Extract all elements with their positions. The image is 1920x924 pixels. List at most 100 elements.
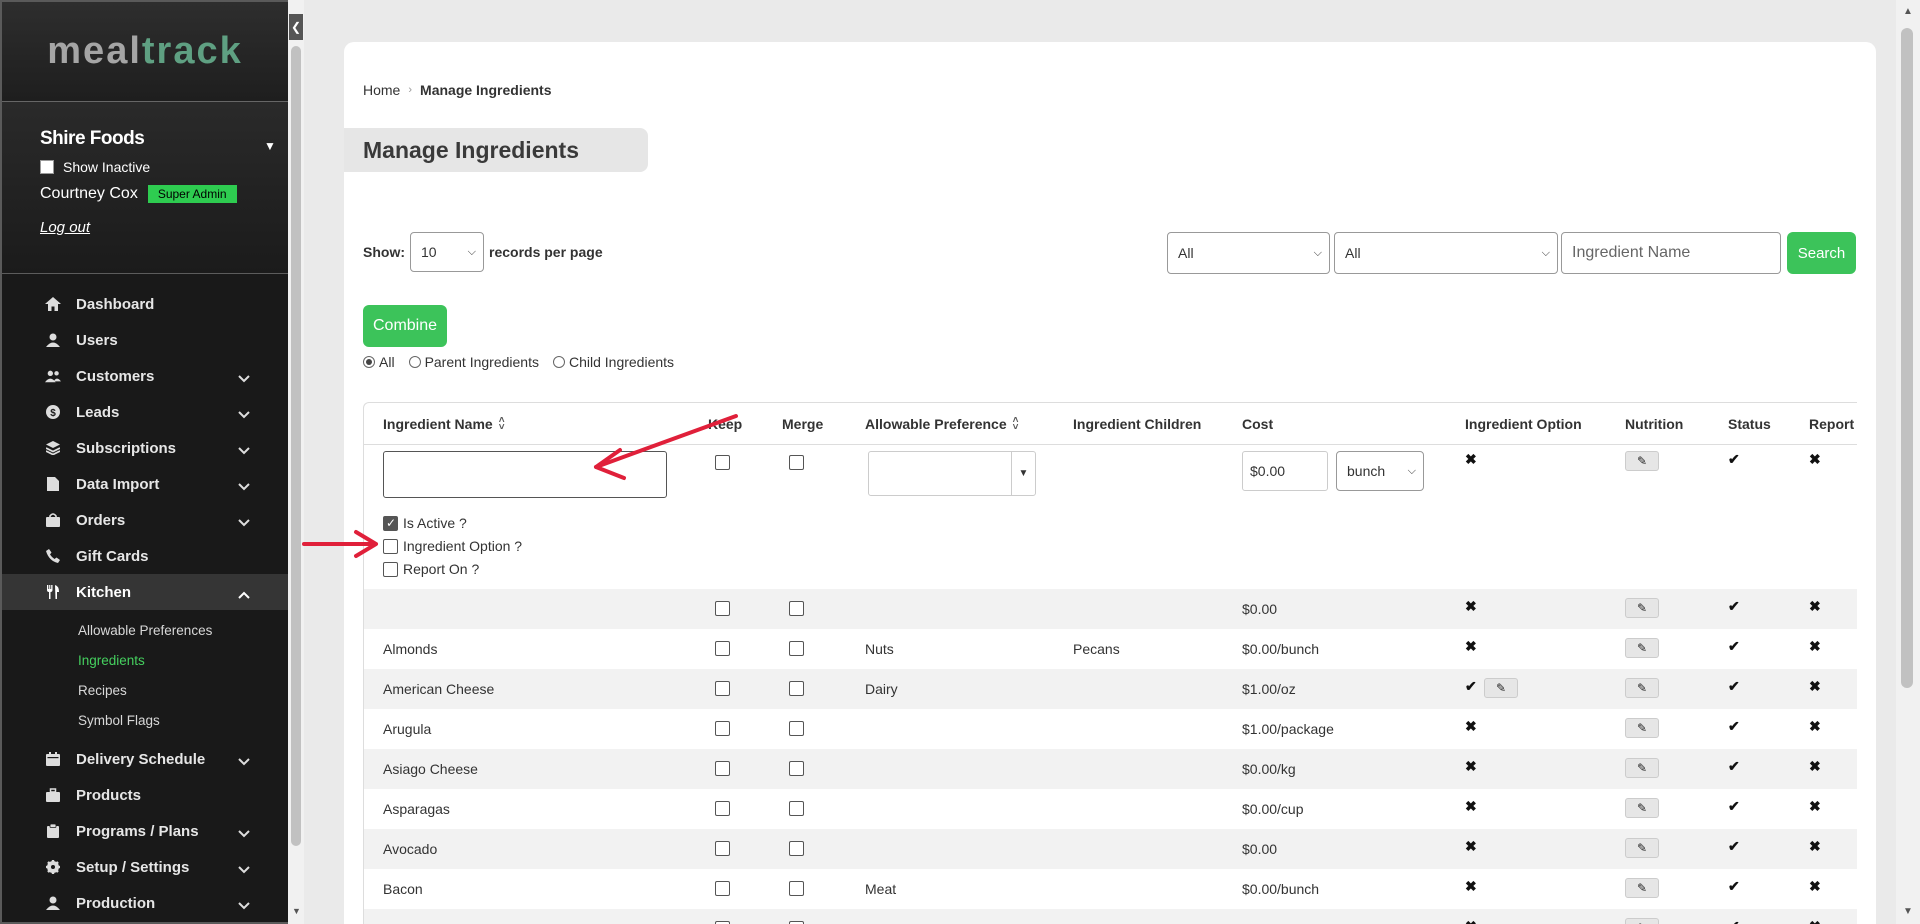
- radio-child[interactable]: [552, 356, 565, 368]
- nutrition-edit-button[interactable]: ✎: [1625, 878, 1659, 898]
- scroll-down-arrow-icon[interactable]: ▼: [292, 906, 301, 916]
- sort-icon[interactable]: ˄ ˅: [1013, 416, 1019, 433]
- nutrition-edit-button[interactable]: ✎: [1625, 598, 1659, 618]
- nutrition-edit-button[interactable]: ✎: [1625, 838, 1659, 858]
- is-active-label: Is Active ?: [403, 515, 467, 531]
- subnav-ingredients[interactable]: Ingredients: [2, 645, 288, 675]
- combine-button[interactable]: Combine: [363, 305, 447, 347]
- new-cost-input[interactable]: $0.00: [1242, 451, 1328, 491]
- is-active-checkbox[interactable]: [383, 515, 398, 531]
- keep-checkbox[interactable]: [715, 761, 730, 776]
- merge-checkbox[interactable]: [789, 801, 804, 816]
- ingredient-option-option[interactable]: Ingredient Option ?: [383, 538, 522, 554]
- keep-checkbox[interactable]: [715, 721, 730, 736]
- subnav-allowable-preferences[interactable]: Allowable Preferences: [2, 615, 288, 645]
- chevron-down-icon[interactable]: [238, 825, 250, 842]
- chevron-down-icon[interactable]: [238, 897, 250, 914]
- nav-users[interactable]: Users: [2, 322, 288, 358]
- chevron-down-icon[interactable]: [238, 370, 250, 387]
- ingredient-option-checkbox[interactable]: [383, 538, 398, 554]
- chevron-down-icon[interactable]: [238, 753, 250, 770]
- subnav-symbol-flags[interactable]: Symbol Flags: [2, 705, 288, 735]
- chevron-down-icon[interactable]: [238, 861, 250, 878]
- subnav-recipes[interactable]: Recipes: [2, 675, 288, 705]
- merge-checkbox[interactable]: [789, 841, 804, 856]
- merge-checkbox[interactable]: [789, 641, 804, 656]
- ingredient-name-search-input[interactable]: Ingredient Name: [1561, 232, 1781, 274]
- merge-checkbox[interactable]: [789, 681, 804, 696]
- nutrition-edit-button[interactable]: ✎: [1625, 798, 1659, 818]
- report-on-option[interactable]: Report On ?: [383, 561, 479, 577]
- cell-status-icon: ✔: [1728, 758, 1740, 774]
- new-merge-checkbox[interactable]: [789, 455, 804, 470]
- nav-programs-plans[interactable]: Programs / Plans: [2, 813, 288, 849]
- new-nutrition-edit-button[interactable]: ✎: [1625, 451, 1659, 471]
- nav-gift-cards[interactable]: Gift Cards: [2, 538, 288, 574]
- nutrition-edit-button[interactable]: ✎: [1625, 758, 1659, 778]
- scroll-down-arrow-icon[interactable]: ▼: [1903, 906, 1913, 917]
- radio-parent[interactable]: [408, 356, 421, 368]
- is-active-option[interactable]: Is Active ?: [383, 515, 467, 531]
- scroll-up-arrow-icon[interactable]: ▲: [1903, 6, 1913, 17]
- report-on-checkbox[interactable]: [383, 561, 398, 577]
- radio-all[interactable]: [363, 356, 375, 368]
- new-allowable-preference-select[interactable]: ▼: [868, 451, 1036, 496]
- nutrition-edit-button[interactable]: ✎: [1625, 678, 1659, 698]
- keep-checkbox[interactable]: [715, 841, 730, 856]
- merge-checkbox[interactable]: [789, 881, 804, 896]
- breadcrumb-home-link[interactable]: Home: [363, 82, 400, 98]
- keep-checkbox[interactable]: [715, 801, 730, 816]
- nav-data-import[interactable]: Data Import: [2, 466, 288, 502]
- filter-select-1[interactable]: All ⌵: [1167, 232, 1330, 274]
- cell-report-icon: ✖: [1809, 678, 1821, 694]
- chevron-down-icon[interactable]: [238, 514, 250, 531]
- show-inactive-checkbox[interactable]: [40, 160, 54, 174]
- nav-kitchen[interactable]: Kitchen: [2, 574, 288, 610]
- cell-allowable-preference: Nuts: [865, 641, 894, 657]
- search-button[interactable]: Search: [1787, 232, 1856, 274]
- nav-orders[interactable]: Orders: [2, 502, 288, 538]
- logout-link[interactable]: Log out: [40, 219, 288, 236]
- keep-checkbox[interactable]: [715, 681, 730, 696]
- merge-checkbox[interactable]: [789, 721, 804, 736]
- merge-checkbox[interactable]: [789, 601, 804, 616]
- nutrition-edit-button[interactable]: ✎: [1625, 718, 1659, 738]
- show-inactive-toggle[interactable]: Show Inactive: [40, 159, 288, 175]
- nav-customers[interactable]: Customers: [2, 358, 288, 394]
- nav-production[interactable]: Production: [2, 885, 288, 921]
- page-scrollbar[interactable]: ▲ ▼: [1896, 0, 1920, 924]
- records-per-page-select[interactable]: 10 ⌵: [410, 232, 484, 272]
- nav-setup-settings[interactable]: Setup / Settings: [2, 849, 288, 885]
- keep-checkbox[interactable]: [715, 601, 730, 616]
- nutrition-edit-button[interactable]: ✎: [1625, 918, 1659, 924]
- keep-checkbox[interactable]: [715, 881, 730, 896]
- kitchen-submenu: Allowable Preferences Ingredients Recipe…: [2, 610, 288, 741]
- header-allowable-preference[interactable]: Allowable Preference ˄ ˅: [865, 416, 1019, 433]
- new-status-check-icon: ✔: [1728, 451, 1740, 467]
- nutrition-edit-button[interactable]: ✎: [1625, 638, 1659, 658]
- merge-checkbox[interactable]: [789, 761, 804, 776]
- logo[interactable]: meal track: [2, 2, 288, 102]
- company-selector[interactable]: Shire Foods: [40, 128, 288, 150]
- nav-delivery-schedule[interactable]: Delivery Schedule: [2, 741, 288, 777]
- sidebar-scrollbar[interactable]: ▼: [288, 0, 304, 924]
- collapse-sidebar-button[interactable]: ❮: [289, 14, 303, 40]
- keep-checkbox[interactable]: [715, 641, 730, 656]
- chevron-down-icon[interactable]: [238, 406, 250, 423]
- nav-dashboard[interactable]: Dashboard: [2, 286, 288, 322]
- nav-subscriptions[interactable]: Subscriptions: [2, 430, 288, 466]
- caret-down-icon[interactable]: ▼: [264, 139, 276, 153]
- ingredient-option-edit-button[interactable]: ✎: [1484, 678, 1518, 698]
- filter-select-2[interactable]: All ⌵: [1334, 232, 1558, 274]
- chevron-up-icon[interactable]: [238, 586, 250, 603]
- new-unit-select[interactable]: bunch ⌵: [1336, 451, 1424, 491]
- cell-ingredient-name: Avocado: [383, 841, 438, 857]
- page-scrollbar-thumb[interactable]: [1901, 28, 1913, 688]
- nav-leads[interactable]: $ Leads: [2, 394, 288, 430]
- chevron-down-icon[interactable]: [238, 478, 250, 495]
- header-ingredient-name[interactable]: Ingredient Name ˄ ˅: [383, 416, 505, 433]
- chevron-down-icon[interactable]: [238, 442, 250, 459]
- sidebar-scrollbar-thumb[interactable]: [291, 46, 301, 846]
- sort-icon[interactable]: ˄ ˅: [499, 416, 505, 433]
- nav-products[interactable]: Products: [2, 777, 288, 813]
